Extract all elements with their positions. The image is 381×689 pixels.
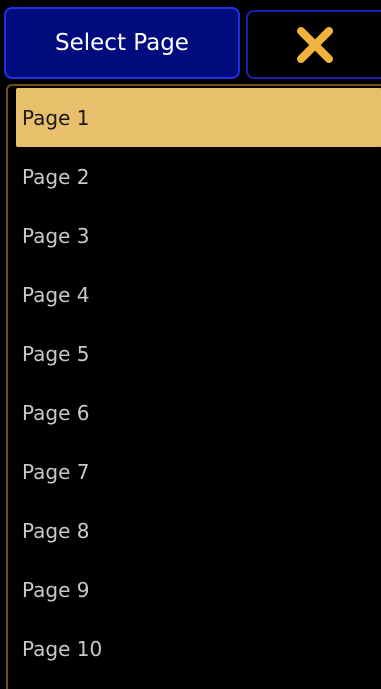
page-item-5[interactable]: Page 5 xyxy=(16,324,381,383)
close-button[interactable] xyxy=(246,10,381,79)
close-x-icon xyxy=(296,26,333,63)
page-item-10[interactable]: Page 10 xyxy=(16,619,381,678)
dialog-header: Select Page xyxy=(0,0,381,84)
page-item-9[interactable]: Page 9 xyxy=(16,560,381,619)
page-item-3[interactable]: Page 3 xyxy=(16,206,381,265)
dialog-title: Select Page xyxy=(4,7,240,79)
page-list-panel: Page 1 Page 2 Page 3 Page 4 Page 5 Page … xyxy=(6,84,381,689)
page-item-7[interactable]: Page 7 xyxy=(16,442,381,501)
page-item-4[interactable]: Page 4 xyxy=(16,265,381,324)
page-item-6[interactable]: Page 6 xyxy=(16,383,381,442)
page-list: Page 1 Page 2 Page 3 Page 4 Page 5 Page … xyxy=(16,88,381,678)
page-item-1[interactable]: Page 1 xyxy=(16,88,381,147)
page-item-8[interactable]: Page 8 xyxy=(16,501,381,560)
page-item-2[interactable]: Page 2 xyxy=(16,147,381,206)
